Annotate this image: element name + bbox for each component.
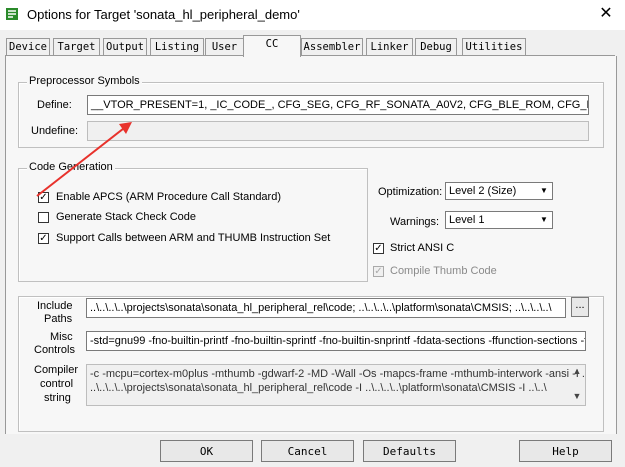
misc-label-2: Controls [34,344,75,356]
strict-ansi-label: Strict ANSI C [390,242,455,254]
warnings-select[interactable]: Level 1 ▼ [445,211,553,229]
warnings-label: Warnings: [390,216,440,228]
tab-assembler[interactable]: Assembler [301,38,363,56]
tab-cc[interactable]: CC [243,35,301,57]
chevron-down-icon: ▼ [540,186,548,195]
stack-check-checkbox[interactable] [38,212,49,223]
chevron-down-icon: ▼ [540,215,548,224]
define-label: Define: [37,99,72,111]
misc-controls-input[interactable]: -std=gnu99 -fno-builtin-printf -fno-buil… [86,331,586,351]
tab-device[interactable]: Device [6,38,50,56]
compiler-control-textarea[interactable]: -c -mcpu=cortex-m0plus -mthumb -gdwarf-2… [86,364,586,406]
compile-thumb-checkbox[interactable]: ✓ [373,266,384,277]
tab-user[interactable]: User [205,38,244,56]
include-paths-input[interactable]: ..\..\..\..\projects\sonata\sonata_hl_pe… [86,298,566,318]
compiler-label-2: control [40,378,74,390]
preprocessor-group: Preprocessor Symbols Define: __VTOR_PRES… [18,75,604,148]
arm-thumb-checkbox[interactable]: ✓ [38,233,49,244]
scroll-down-icon[interactable]: ▼ [569,391,585,401]
ok-button[interactable]: OK [160,440,253,462]
close-icon[interactable]: ✕ [596,5,616,23]
stack-check-label: Generate Stack Check Code [56,211,197,223]
define-input[interactable]: __VTOR_PRESENT=1, _IC_CODE_, CFG_SEG, CF… [87,95,589,115]
include-label-1: Include [37,300,73,312]
tab-listing[interactable]: Listing [150,38,204,56]
compiler-label-3: string [44,392,71,404]
compiler-label-1: Compiler [34,364,79,376]
defaults-button[interactable]: Defaults [363,440,456,462]
code-generation-group: Code Generation ✓ Enable APCS (ARM Proce… [18,161,368,282]
tab-output[interactable]: Output [103,38,147,56]
enable-apcs-label: Enable APCS (ARM Procedure Call Standard… [56,191,281,203]
optimization-value: Level 2 (Size) [449,185,517,197]
misc-label-1: Misc [50,331,73,343]
tab-utilities[interactable]: Utilities [462,38,526,56]
optimization-select[interactable]: Level 2 (Size) ▼ [445,182,553,200]
code-generation-group-title: Code Generation [27,161,115,173]
enable-apcs-checkbox[interactable]: ✓ [38,192,49,203]
strict-ansi-checkbox[interactable]: ✓ [373,243,384,254]
undefine-input[interactable] [87,121,589,141]
window-title: Options for Target 'sonata_hl_peripheral… [27,7,300,22]
app-icon [6,8,18,20]
tab-linker[interactable]: Linker [366,38,413,56]
cc-panel: Preprocessor Symbols Define: __VTOR_PRES… [5,56,617,434]
title-bar: Options for Target 'sonata_hl_peripheral… [0,0,625,30]
compile-thumb-label: Compile Thumb Code [390,265,497,277]
include-label-2: Paths [44,313,73,325]
cancel-button[interactable]: Cancel [261,440,354,462]
tab-debug[interactable]: Debug [415,38,457,56]
options-dialog: Options for Target 'sonata_hl_peripheral… [0,0,625,467]
compiler-control-line1: -c -mcpu=cortex-m0plus -mthumb -gdwarf-2… [90,368,586,380]
tab-target[interactable]: Target [53,38,100,56]
warnings-value: Level 1 [449,214,485,226]
compiler-control-line2: ..\..\..\..\projects\sonata\sonata_hl_pe… [90,382,547,394]
preprocessor-group-title: Preprocessor Symbols [27,75,142,87]
help-button[interactable]: Help [519,440,612,462]
tab-bar: Device Target Output Listing User CC Ass… [0,30,625,58]
scroll-up-icon[interactable]: ▲ [569,366,585,376]
arm-thumb-label: Support Calls between ARM and THUMB Inst… [56,232,331,244]
optimization-label: Optimization: [378,186,443,198]
undefine-label: Undefine: [31,125,79,137]
include-paths-browse-button[interactable]: ... [571,297,589,317]
